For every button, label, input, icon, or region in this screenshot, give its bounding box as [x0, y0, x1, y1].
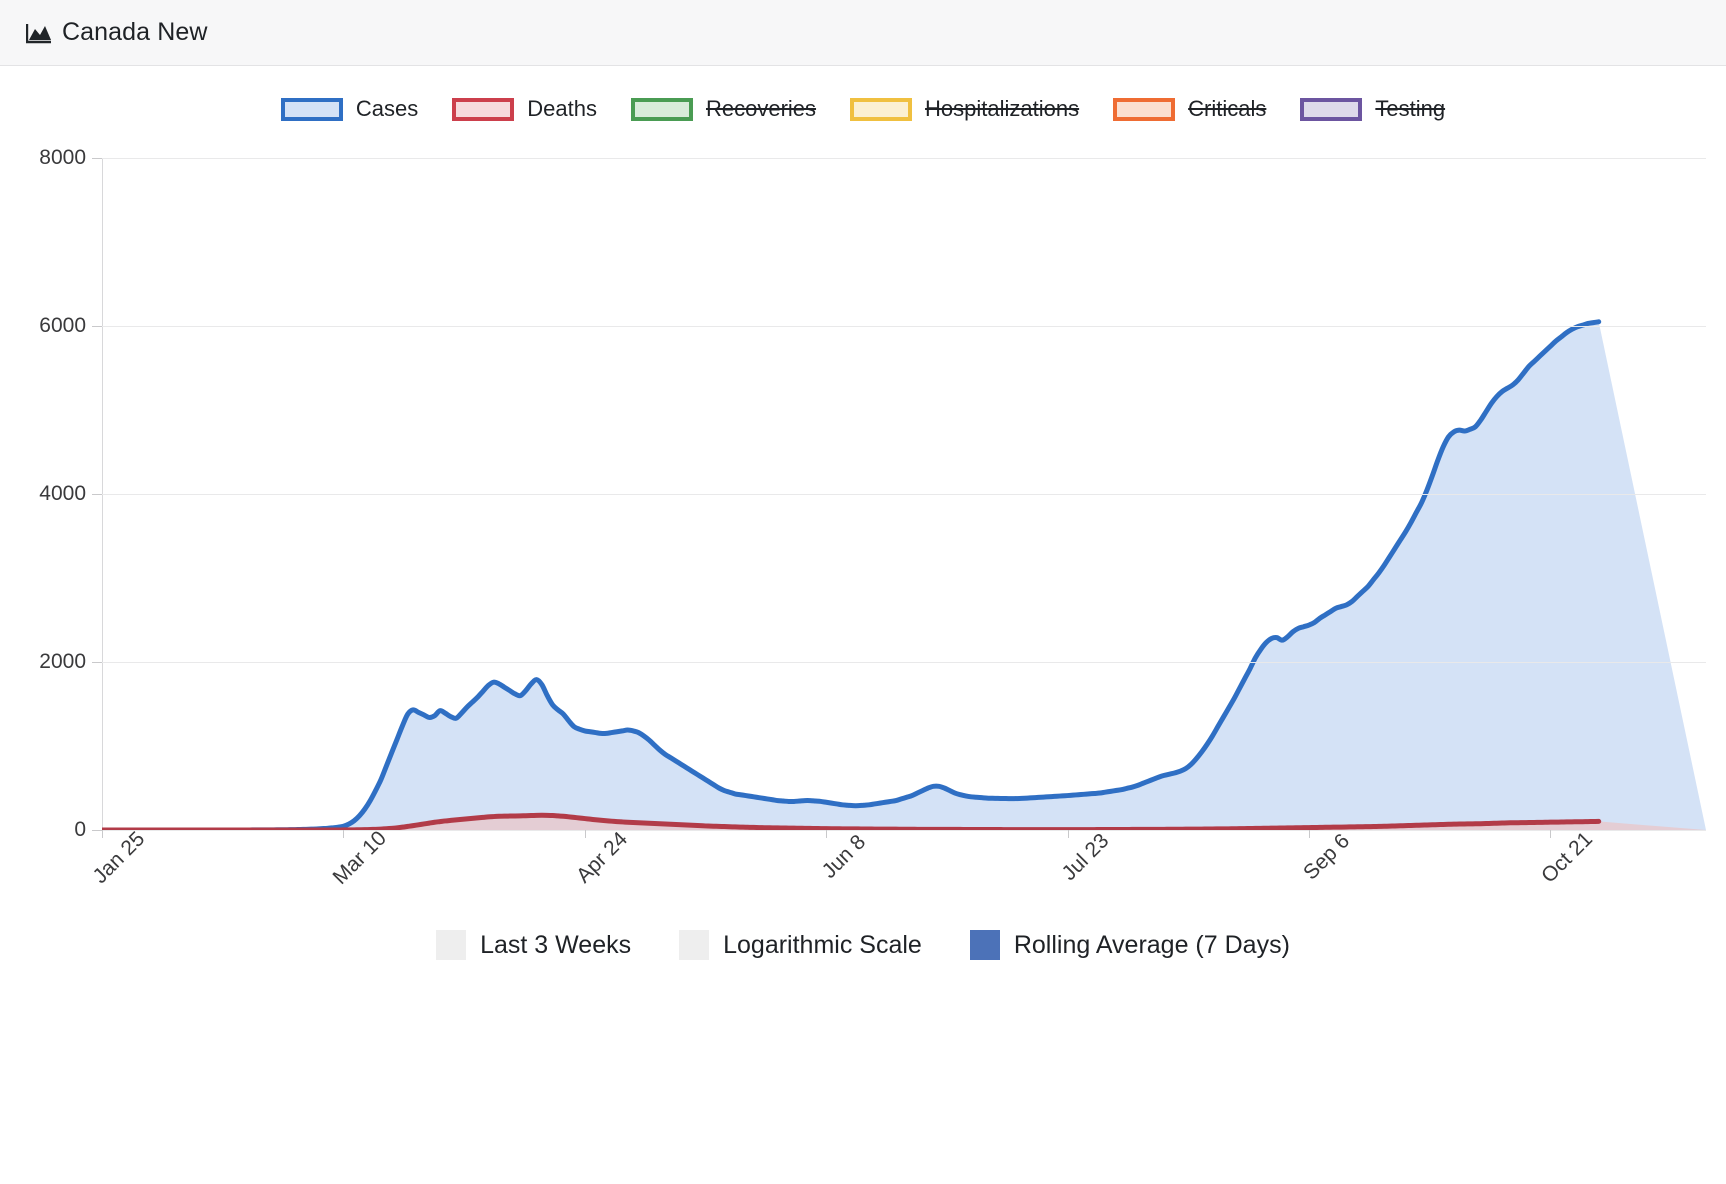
x-axis-tick-label: Jun 8 [818, 830, 871, 883]
legend-item-criticals[interactable]: Criticals [1113, 96, 1266, 122]
legend-item-recoveries[interactable]: Recoveries [631, 96, 816, 122]
legend-label: Recoveries [706, 96, 816, 122]
x-axis-tick-mark [343, 830, 344, 838]
chart-legend: Cases Deaths Recoveries Hospitalizations Cri… [0, 66, 1726, 122]
x-axis-tick-mark [1309, 830, 1310, 838]
card-header: Canada New [0, 0, 1726, 66]
x-axis-tick-mark [826, 830, 827, 838]
legend-label: Cases [356, 96, 418, 122]
x-axis-tick-label: Sep 6 [1299, 829, 1355, 885]
legend-item-cases[interactable]: Cases [281, 96, 418, 122]
gridline [102, 326, 1706, 327]
y-axis-tick-label: 2000 [39, 650, 102, 674]
option-checkbox[interactable] [970, 930, 1000, 960]
area-chart-icon [26, 22, 52, 44]
legend-swatch-criticals [1113, 98, 1175, 121]
x-axis-tick-label: Jul 23 [1057, 829, 1114, 886]
gridline [102, 158, 1706, 159]
series-area-cases [102, 322, 1706, 830]
legend-label: Hospitalizations [925, 96, 1079, 122]
chart-area: 02000400060008000Jan 25Mar 10Apr 24Jun 8… [0, 140, 1726, 930]
x-axis-tick-label: Apr 24 [572, 828, 633, 889]
chart-card: Canada New Cases Deaths Recoveries Hospital… [0, 0, 1726, 1184]
x-axis-tick-mark [102, 830, 103, 838]
x-axis-tick-mark [585, 830, 586, 838]
gridline [102, 662, 1706, 663]
plot-region: 02000400060008000Jan 25Mar 10Apr 24Jun 8… [102, 158, 1706, 830]
x-axis-tick-label: Oct 21 [1537, 828, 1598, 889]
y-axis-tick-label: 8000 [39, 146, 102, 170]
legend-swatch-deaths [452, 98, 514, 121]
legend-swatch-cases [281, 98, 343, 121]
legend-item-deaths[interactable]: Deaths [452, 96, 597, 122]
y-axis-tick-label: 0 [74, 818, 102, 842]
option-checkbox[interactable] [436, 930, 466, 960]
option-rolling-average-7-days[interactable]: Rolling Average (7 Days) [970, 930, 1290, 960]
y-axis-tick-label: 4000 [39, 482, 102, 506]
y-axis-tick-label: 6000 [39, 314, 102, 338]
legend-label: Criticals [1188, 96, 1266, 122]
x-axis-tick-mark [1550, 830, 1551, 838]
chart-options: Last 3 Weeks Logarithmic Scale Rolling Ave… [0, 930, 1726, 984]
legend-swatch-testing [1300, 98, 1362, 121]
option-logarithmic-scale[interactable]: Logarithmic Scale [679, 930, 922, 960]
legend-swatch-recoveries [631, 98, 693, 121]
legend-label: Deaths [527, 96, 597, 122]
legend-item-testing[interactable]: Testing [1300, 96, 1445, 122]
legend-item-hospitalizations[interactable]: Hospitalizations [850, 96, 1079, 122]
legend-swatch-hospitalizations [850, 98, 912, 121]
option-label: Rolling Average (7 Days) [1014, 931, 1290, 960]
option-label: Logarithmic Scale [723, 931, 922, 960]
chart-body: Cases Deaths Recoveries Hospitalizations Cri… [0, 66, 1726, 1184]
page-title: Canada New [62, 18, 208, 47]
x-axis-tick-mark [1068, 830, 1069, 838]
gridline [102, 494, 1706, 495]
x-axis-tick-label: Mar 10 [329, 827, 392, 890]
option-checkbox[interactable] [679, 930, 709, 960]
option-last-3-weeks[interactable]: Last 3 Weeks [436, 930, 631, 960]
option-label: Last 3 Weeks [480, 931, 631, 960]
legend-label: Testing [1375, 96, 1445, 122]
